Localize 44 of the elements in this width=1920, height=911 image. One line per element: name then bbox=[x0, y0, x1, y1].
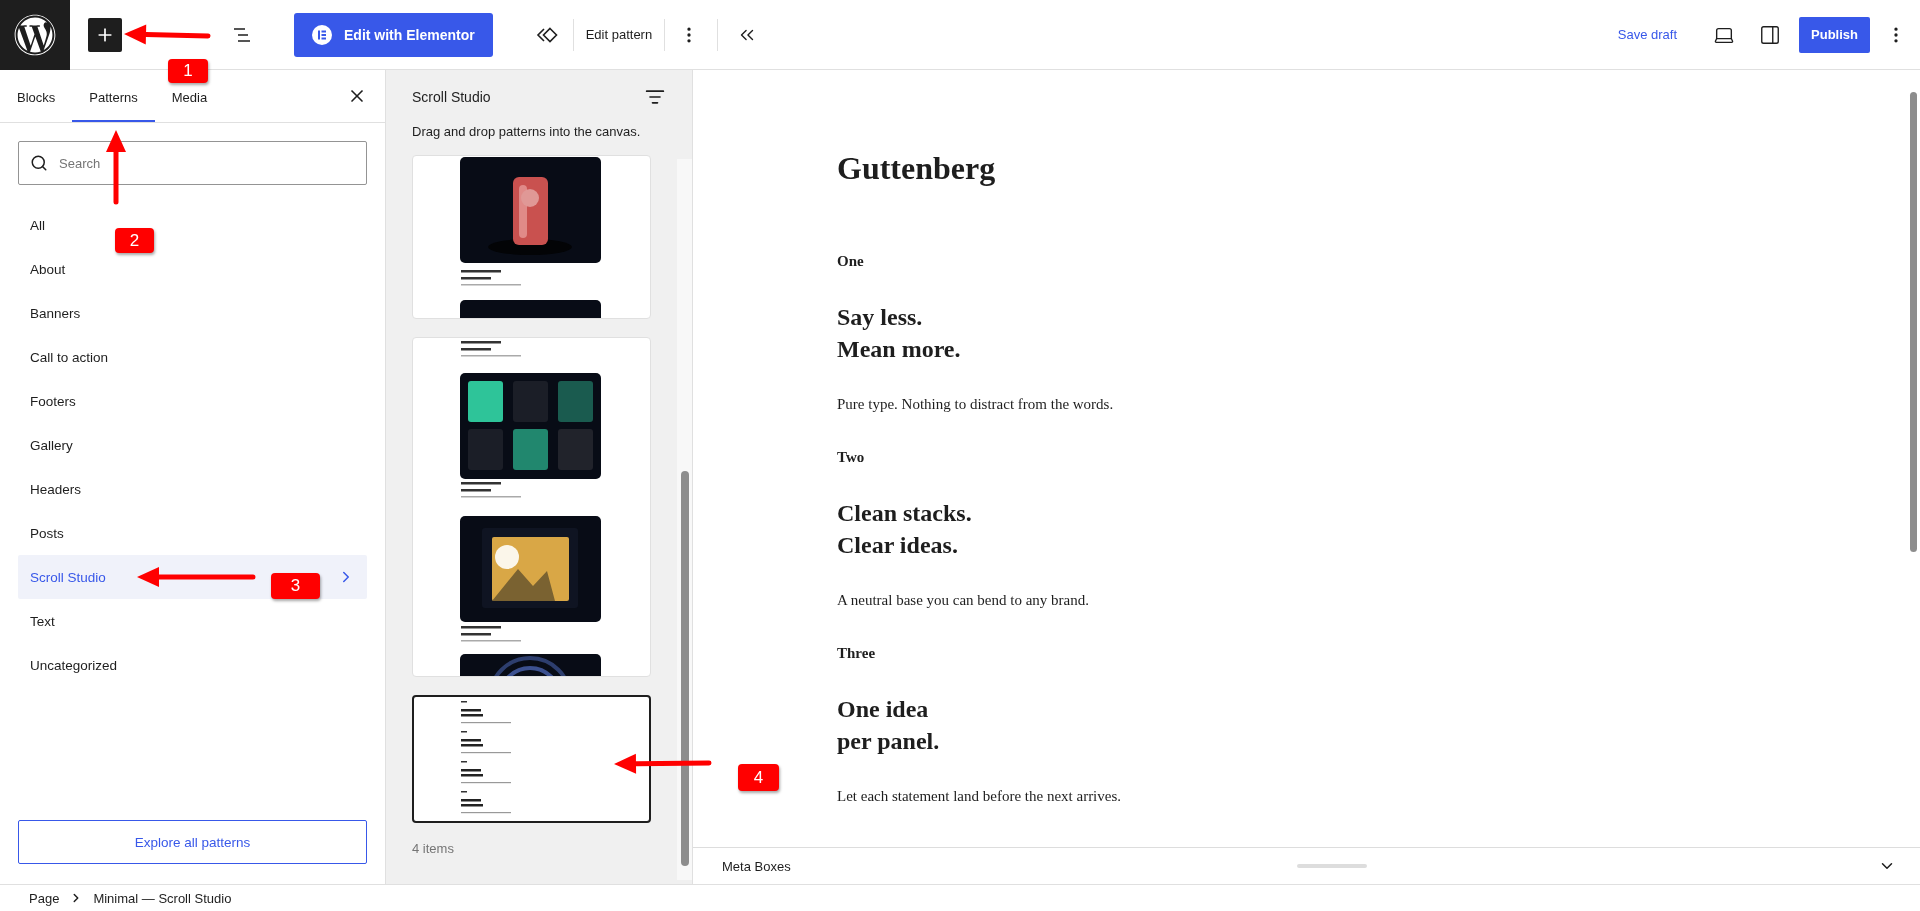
section-label: Two bbox=[837, 448, 865, 467]
category-item[interactable]: Uncategorized bbox=[18, 643, 367, 687]
add-block-button[interactable] bbox=[88, 17, 122, 52]
inserter-tab[interactable]: Blocks bbox=[0, 84, 73, 122]
section-label: Three bbox=[837, 644, 876, 663]
section-text: A neutral base you can bend to any brand. bbox=[837, 591, 1089, 610]
section-heading: One idea per panel. bbox=[837, 695, 940, 756]
wordpress-logo[interactable] bbox=[0, 0, 70, 70]
edit-pattern-button[interactable]: Edit pattern bbox=[583, 21, 655, 48]
save-draft-button[interactable]: Save draft bbox=[1615, 21, 1680, 48]
annotation-badge: 2 bbox=[115, 228, 154, 253]
search-icon bbox=[30, 154, 48, 172]
breadcrumb-link[interactable]: Page bbox=[29, 890, 60, 906]
category-item[interactable]: Banners bbox=[18, 291, 367, 335]
panel-hint: Drag and drop patterns into the canvas. bbox=[412, 124, 642, 139]
annotation-badge: 1 bbox=[168, 59, 208, 83]
document-title: Guttenberg bbox=[837, 150, 997, 186]
section-text: Pure type. Nothing to distract from the words. bbox=[837, 395, 1114, 414]
panel-title: Scroll Studio bbox=[412, 89, 491, 105]
category-item[interactable]: Headers bbox=[18, 467, 367, 511]
section-heading: Clean stacks. Clear ideas. bbox=[837, 499, 972, 560]
section-label: One bbox=[837, 252, 864, 271]
inserter-tab[interactable]: Media bbox=[154, 84, 225, 122]
category-item[interactable]: Call to action bbox=[18, 335, 367, 379]
section-heading: Say less. Mean more. bbox=[837, 303, 961, 364]
pattern-card[interactable] bbox=[412, 695, 651, 823]
section-text: Let each statement land before the next arrives. bbox=[837, 787, 1122, 806]
annotation-badge: 4 bbox=[738, 764, 779, 791]
category-item[interactable]: Footers bbox=[18, 379, 367, 423]
category-item[interactable]: Text bbox=[18, 599, 367, 643]
scrollbar[interactable] bbox=[677, 159, 692, 880]
category-item[interactable]: Gallery bbox=[18, 423, 367, 467]
elementor-logo-icon bbox=[312, 24, 332, 45]
inserter-tab[interactable]: Patterns bbox=[72, 84, 155, 122]
explore-all-patterns-button[interactable]: Explore all patterns bbox=[18, 820, 367, 864]
item-count: 4 items bbox=[412, 841, 455, 856]
publish-button[interactable]: Publish bbox=[1799, 16, 1870, 53]
edit-with-elementor-button[interactable]: Edit with Elementor bbox=[294, 12, 493, 57]
meta-boxes-title: Meta Boxes bbox=[722, 858, 791, 874]
search-field[interactable]: Search bbox=[18, 141, 367, 185]
resize-handle[interactable] bbox=[1297, 864, 1368, 868]
breadcrumb-link[interactable]: Minimal — Scroll Studio bbox=[93, 890, 232, 906]
category-item[interactable]: Posts bbox=[18, 511, 367, 555]
annotation-badge: 3 bbox=[271, 573, 320, 599]
